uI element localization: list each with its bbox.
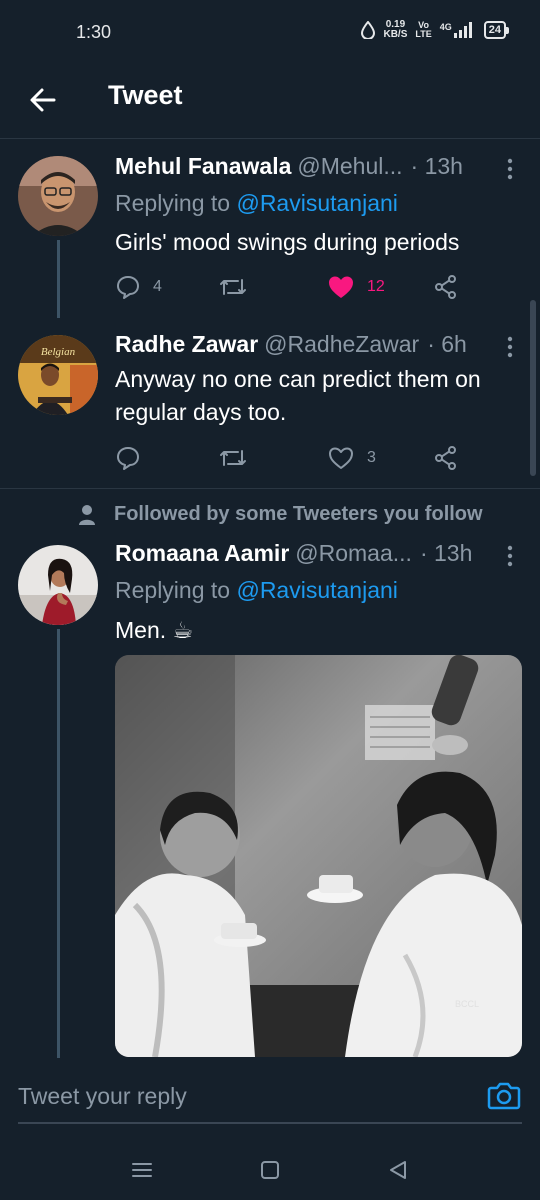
menu-icon: [132, 1163, 152, 1177]
author-handle[interactable]: @Romaa...: [295, 540, 412, 567]
more-options-button[interactable]: [504, 335, 516, 359]
heart-outline-icon: [329, 447, 353, 469]
home-button[interactable]: [256, 1156, 284, 1184]
avatar[interactable]: Belgian: [18, 335, 98, 415]
heart-icon: [329, 276, 353, 298]
status-bar: 1:30 0.19 KB/S Vo LTE 4G 24: [0, 0, 540, 66]
share-icon: [435, 446, 456, 470]
tweet-header: Romaana Aamir @Romaa... · 13h: [115, 540, 520, 567]
retweet-icon: [220, 279, 246, 295]
tweet-header: Mehul Fanawala @Mehul... · 13h: [115, 153, 520, 180]
camera-icon: [487, 1082, 521, 1110]
retweet-button[interactable]: [218, 272, 248, 302]
replying-to: Replying to @Ravisutanjani: [115, 577, 398, 604]
replying-to-link[interactable]: @Ravisutanjani: [236, 190, 397, 216]
reply-button[interactable]: 4: [115, 272, 162, 302]
tweet-text: Anyway no one can predict them on regula…: [115, 366, 481, 425]
like-count: 12: [367, 278, 385, 295]
author-name[interactable]: Mehul Fanawala: [115, 153, 291, 180]
tweet-header: Radhe Zawar @RadheZawar · 6h: [115, 331, 520, 358]
replying-to-link[interactable]: @Ravisutanjani: [236, 577, 397, 603]
more-options-button[interactable]: [504, 157, 516, 181]
avatar-image: [18, 156, 98, 236]
back-nav-button[interactable]: [384, 1156, 412, 1184]
retweet-icon: [220, 450, 246, 466]
thread-line: [57, 240, 60, 318]
top-app-bar: Tweet: [0, 66, 540, 139]
tweet-time: · 6h: [427, 331, 467, 357]
reply-button[interactable]: [115, 443, 141, 473]
volte-lte: LTE: [415, 29, 432, 39]
more-vertical-icon: [507, 158, 513, 180]
battery-indicator: 24: [483, 21, 510, 39]
avatar[interactable]: [18, 545, 98, 625]
photo: BCCL: [115, 655, 522, 1057]
speed-unit: KB/S: [383, 29, 408, 40]
social-context: Followed by some Tweeters you follow: [78, 503, 483, 526]
share-button[interactable]: [433, 443, 459, 473]
tweet-reply-2[interactable]: Belgian Radhe Zawar @RadheZawar · 6h Any…: [0, 318, 540, 488]
replying-to: Replying to @Ravisutanjani: [115, 190, 398, 217]
tweet-time: · 13h: [410, 153, 463, 179]
share-icon: [435, 275, 456, 299]
author-handle[interactable]: @RadheZawar: [264, 331, 419, 358]
status-time: 1:30: [76, 22, 112, 42]
person-icon: [79, 504, 95, 525]
tweet-text: Men. ☕: [115, 617, 194, 643]
signal-icon: 4G: [440, 22, 476, 38]
author-handle[interactable]: @Mehul...: [297, 153, 402, 180]
avatar-image: [18, 545, 98, 625]
reply-composer: [0, 1058, 540, 1140]
triangle-back-icon: [390, 1161, 406, 1179]
tweet-media-image[interactable]: BCCL: [115, 655, 522, 1057]
reply-input-underline: [18, 1122, 522, 1124]
square-icon: [261, 1161, 279, 1179]
author-name[interactable]: Romaana Aamir: [115, 540, 289, 567]
camera-button[interactable]: [486, 1078, 522, 1114]
more-options-button[interactable]: [504, 544, 516, 568]
page-title: Tweet: [108, 80, 183, 110]
back-button[interactable]: [24, 80, 64, 120]
tweet-time: · 13h: [419, 540, 473, 566]
system-navigation-bar: [0, 1140, 540, 1200]
share-button[interactable]: [433, 272, 459, 302]
data-saver-icon: [361, 21, 376, 39]
volte-indicator: Vo LTE: [415, 21, 431, 39]
reply-count: 4: [153, 278, 162, 295]
social-context-text: Followed by some Tweeters you follow: [114, 503, 483, 525]
avatar[interactable]: [18, 156, 98, 236]
tweet-text: Girls' mood swings during periods: [115, 229, 460, 255]
reply-icon: [117, 276, 139, 299]
reply-icon: [117, 447, 139, 470]
divider: [0, 488, 540, 489]
thread-line: [57, 629, 60, 1058]
replying-to-label: Replying to: [115, 577, 237, 603]
tweet-actions: 4 12: [115, 272, 495, 302]
more-vertical-icon: [507, 336, 513, 358]
reply-input[interactable]: [18, 1080, 348, 1112]
like-button[interactable]: 3: [327, 443, 376, 473]
like-count: 3: [367, 449, 376, 466]
scrollbar-thumb[interactable]: [530, 300, 536, 476]
author-name[interactable]: Radhe Zawar: [115, 331, 258, 358]
status-icons: 0.19 KB/S Vo LTE 4G 24: [361, 20, 510, 40]
image-watermark: BCCL: [455, 999, 479, 1009]
avatar-sign: Belgian: [41, 346, 76, 358]
tweet-reply-1[interactable]: Mehul Fanawala @Mehul... · 13h Replying …: [0, 138, 540, 318]
recent-apps-button[interactable]: [128, 1156, 156, 1184]
more-vertical-icon: [507, 545, 513, 567]
arrow-left-icon: [30, 88, 56, 112]
retweet-button[interactable]: [218, 443, 248, 473]
like-button[interactable]: 12: [327, 272, 385, 302]
replying-to-label: Replying to: [115, 190, 237, 216]
network-speed: 0.19 KB/S: [383, 20, 407, 40]
avatar-image: Belgian: [18, 335, 98, 415]
network-type: 4G: [439, 22, 452, 32]
tweet-actions: 3: [115, 443, 495, 473]
